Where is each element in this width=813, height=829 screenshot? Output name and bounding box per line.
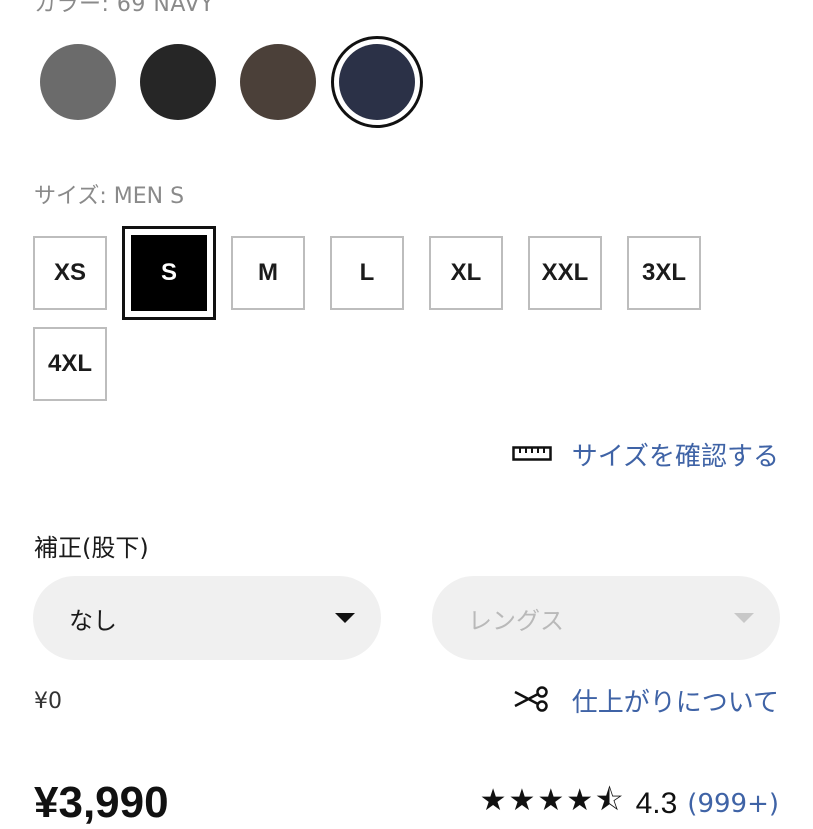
size-option-xxl[interactable]: XXL [528,236,602,310]
scissors-icon [512,685,550,717]
rating[interactable]: ★★★★⯪ 4.3 (999+) [480,778,779,829]
length-select-placeholder: レングス [468,606,564,635]
size-option-l[interactable]: L [330,236,404,310]
product-price: ¥3,990 [34,778,169,827]
swatch-dot [339,44,415,120]
color-swatch-navy[interactable] [331,36,423,128]
hem-price: ¥0 [34,689,62,714]
swatch-dot [140,44,216,120]
swatch-dot [240,44,316,120]
color-swatch-black[interactable] [140,44,216,120]
color-swatch-gray[interactable] [40,44,116,120]
size-option-xs[interactable]: XS [33,236,107,310]
chevron-down-icon [734,613,754,623]
size-option-s[interactable]: S [122,226,216,320]
length-select[interactable]: レングス [432,576,780,660]
size-option-xl[interactable]: XL [429,236,503,310]
hem-label: 補正(股下) [34,534,149,562]
size-option-4xl[interactable]: 4XL [33,327,107,401]
star-rating-icon: ★★★★⯪ [479,783,626,818]
rating-score: 4.3 [635,786,678,820]
size-check-link[interactable]: サイズを確認する [512,436,779,473]
size-label: サイズ: MEN S [34,184,185,209]
size-check-label: サイズを確認する [571,442,779,472]
size-option-s-label: S [131,235,207,311]
finish-link[interactable]: 仕上がりについて [512,682,779,719]
hem-select-value: なし [69,606,117,635]
hem-select[interactable]: なし [33,576,381,660]
color-label: カラー: 69 NAVY [34,0,214,17]
chevron-down-icon [335,613,355,623]
color-swatch-brown[interactable] [240,44,316,120]
review-count[interactable]: (999+) [687,789,779,819]
swatch-dot [40,44,116,120]
size-option-m[interactable]: M [231,236,305,310]
ruler-icon [512,443,552,467]
size-option-3xl[interactable]: 3XL [627,236,701,310]
finish-link-label: 仕上がりについて [571,688,779,718]
